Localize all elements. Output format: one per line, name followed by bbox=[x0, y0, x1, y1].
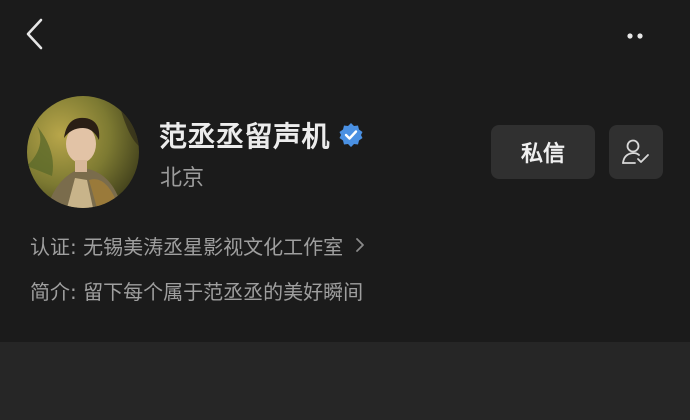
certification-row[interactable]: 认证: 无锡美涛丞星影视文化工作室 bbox=[30, 230, 371, 260]
profile-screen: 范丞丞留声机 北京 私信 认证: 无锡美涛丞星影视文化工作室 简介: 留下每个属… bbox=[0, 0, 690, 420]
certification-text: 认证: 无锡美涛丞星影视文化工作室 bbox=[30, 234, 344, 259]
dm-button-label: 私信 bbox=[520, 142, 565, 167]
more-button[interactable] bbox=[618, 20, 652, 50]
bottom-area bbox=[0, 342, 690, 420]
more-dots-icon bbox=[627, 33, 643, 39]
profile-card: 范丞丞留声机 北京 私信 认证: 无锡美涛丞星影视文化工作室 简介: 留下每个属… bbox=[0, 0, 690, 342]
chevron-left-icon bbox=[26, 18, 43, 50]
profile-name: 范丞丞留声机 bbox=[159, 120, 331, 153]
verified-badge-icon bbox=[339, 123, 363, 147]
name-row: 范丞丞留声机 bbox=[159, 116, 364, 154]
chevron-right-icon bbox=[349, 234, 371, 256]
user-check-icon bbox=[622, 139, 649, 164]
avatar-image bbox=[27, 96, 139, 208]
location-label: 北京 bbox=[160, 166, 205, 191]
bio-row: 简介: 留下每个属于范丞丞的美好瞬间 bbox=[30, 275, 363, 305]
avatar[interactable] bbox=[27, 96, 139, 208]
back-button[interactable] bbox=[20, 16, 50, 52]
dm-button[interactable]: 私信 bbox=[491, 125, 595, 179]
follow-button[interactable] bbox=[609, 125, 663, 179]
bio-text: 简介: 留下每个属于范丞丞的美好瞬间 bbox=[30, 279, 364, 304]
